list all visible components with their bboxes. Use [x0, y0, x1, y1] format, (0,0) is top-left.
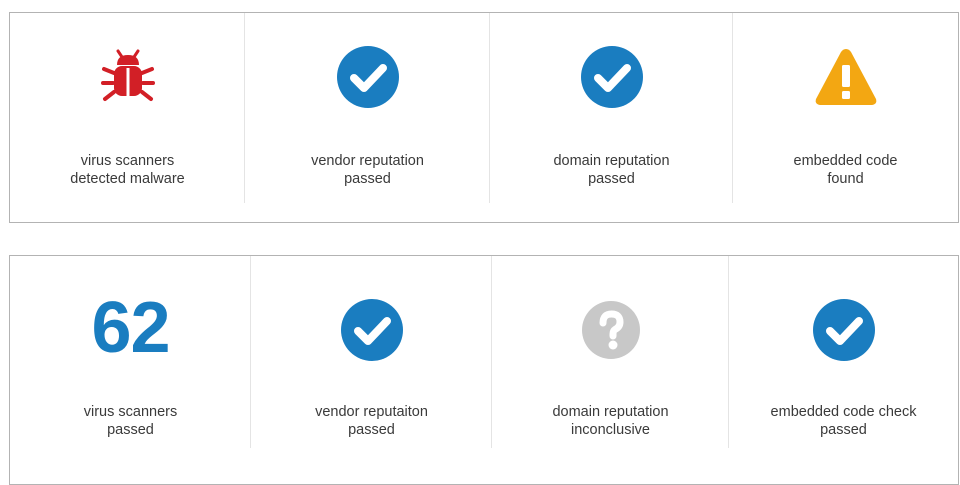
- result-label: virus scanners detected malware: [70, 153, 185, 187]
- virus-scanner-count: 62: [91, 288, 170, 368]
- bug-icon: [96, 45, 160, 109]
- check-circle-icon: [580, 45, 644, 109]
- check-circle-icon: [812, 298, 876, 362]
- result-label: domain reputation inconclusive: [552, 404, 669, 438]
- result-label: domain reputation passed: [553, 153, 670, 187]
- question-circle-icon: [579, 298, 643, 362]
- result-cell-embedded-code-check: embedded code check passed: [729, 256, 958, 484]
- result-cell-virus-scanners: virus scanners detected malware: [10, 13, 245, 222]
- result-label: vendor reputation passed: [311, 153, 424, 187]
- check-circle-icon: [340, 298, 404, 362]
- result-cell-embedded-code: embedded code found: [733, 13, 958, 222]
- result-cell-virus-scanners: 62 virus scanners passed: [10, 256, 251, 484]
- scan-results-panel-bottom: 62 virus scanners passed vendor reputait…: [9, 255, 959, 485]
- warning-triangle-icon: [814, 45, 878, 109]
- result-label: embedded code check passed: [770, 404, 917, 438]
- result-label: embedded code found: [793, 153, 898, 187]
- result-cell-vendor-reputation: vendor reputation passed: [245, 13, 490, 222]
- check-circle-icon: [336, 45, 400, 109]
- result-cell-domain-reputation: domain reputation inconclusive: [492, 256, 729, 484]
- result-cell-domain-reputation: domain reputation passed: [490, 13, 733, 222]
- result-cell-vendor-reputation: vendor reputaiton passed: [251, 256, 492, 484]
- result-label: vendor reputaiton passed: [315, 404, 428, 438]
- scan-results-panel-top: virus scanners detected malware vendor r…: [9, 12, 959, 223]
- result-label: virus scanners passed: [83, 404, 178, 438]
